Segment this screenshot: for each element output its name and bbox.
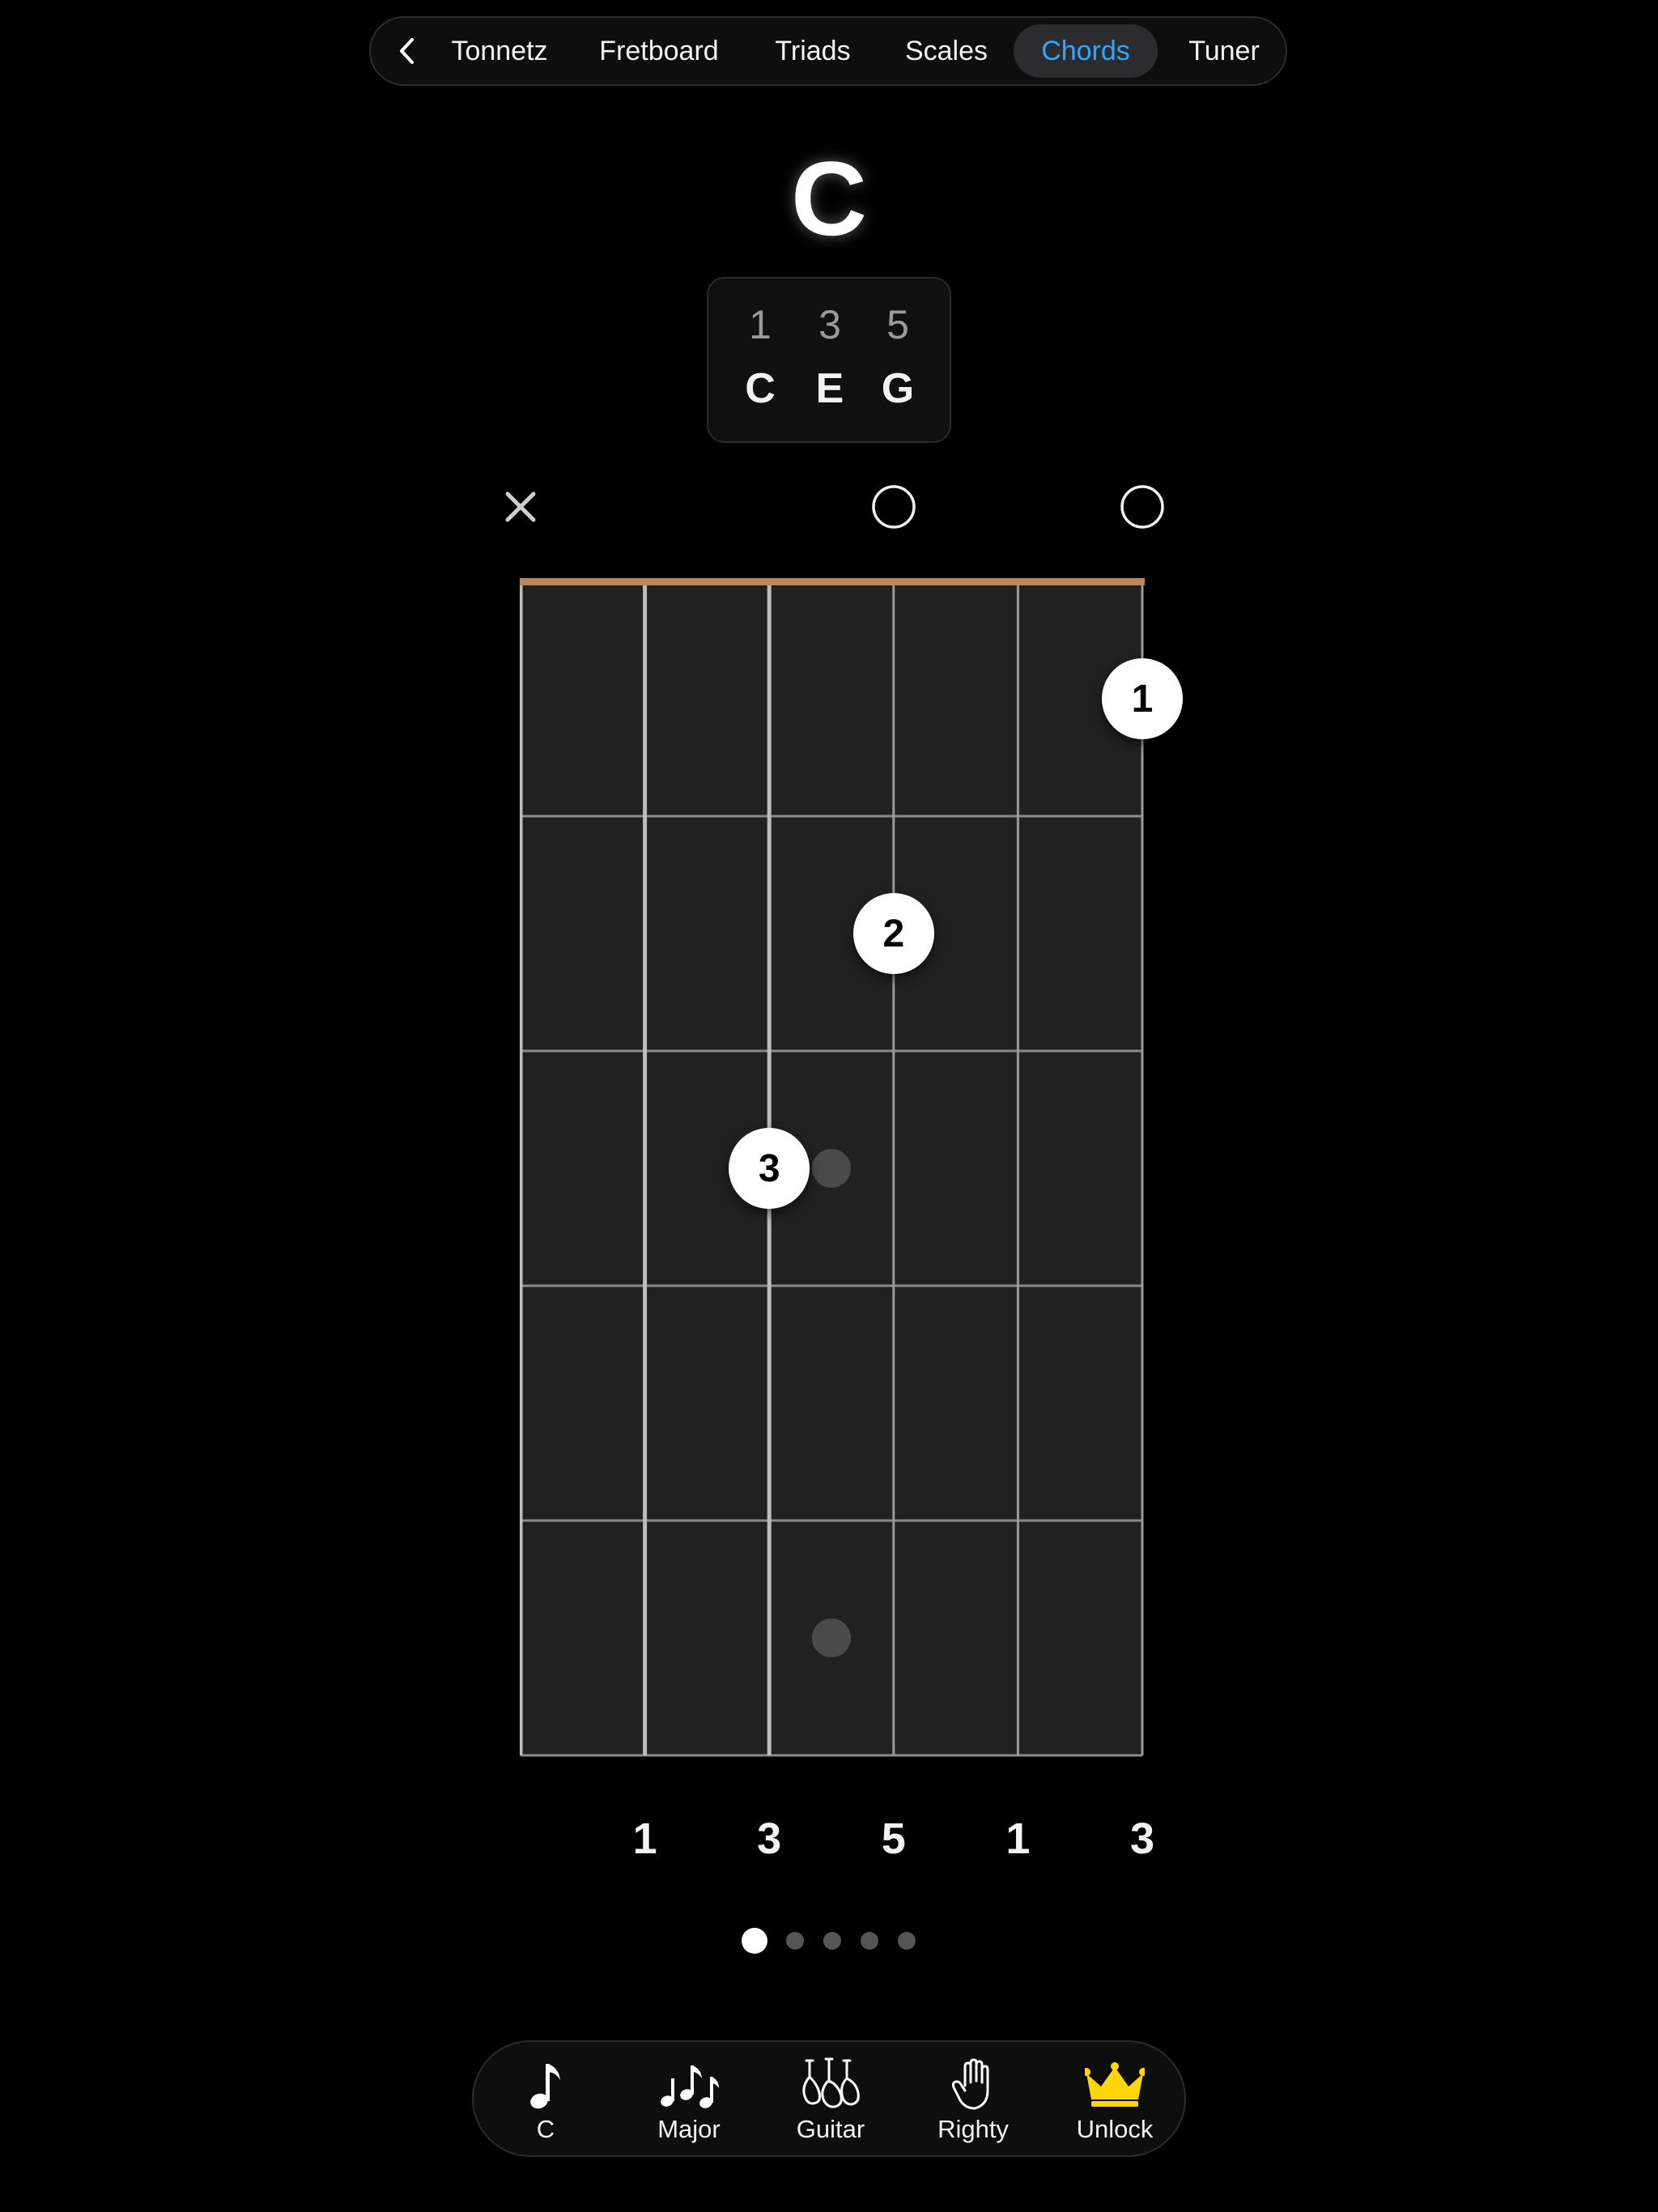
muted-string-icon[interactable] <box>498 484 543 530</box>
chevron-left-icon <box>400 38 414 64</box>
fretboard[interactable]: 1 2 3 <box>518 578 1183 1760</box>
tool-label: Guitar <box>796 2115 865 2143</box>
finger-dot[interactable]: 2 <box>852 893 934 974</box>
page-dot[interactable] <box>861 1932 878 1950</box>
top-nav: Tonnetz Fretboard Triads Scales Chords T… <box>369 16 1287 86</box>
open-string-icon[interactable] <box>871 484 916 530</box>
back-button[interactable] <box>389 32 426 70</box>
page-dot[interactable] <box>786 1932 804 1950</box>
interval-label: 5 <box>886 302 909 347</box>
note-label: E <box>815 365 844 412</box>
hand-icon <box>952 2058 989 2110</box>
open-string-icon[interactable] <box>1120 484 1165 530</box>
fretboard-grid <box>518 578 1145 1757</box>
fret-inlay-dot <box>812 1149 851 1188</box>
string-interval-label: 1 <box>1005 1814 1031 1863</box>
unlock-button[interactable]: Unlock <box>1050 2050 1180 2150</box>
page-dot[interactable] <box>823 1932 841 1950</box>
note-label: C <box>745 365 776 412</box>
string-interval-label: 5 <box>881 1814 906 1863</box>
chord-quality-button[interactable]: Major <box>624 2050 754 2150</box>
tab-tuner[interactable]: Tuner <box>1172 24 1276 78</box>
crown-icon <box>1085 2062 1145 2107</box>
music-note-icon <box>530 2064 560 2109</box>
chord-title: C <box>791 139 867 257</box>
page-dot[interactable] <box>898 1932 916 1950</box>
root-note-button[interactable]: C <box>481 2050 610 2150</box>
bottom-toolbar: C Major Guitar Righty Unlock <box>472 2040 1186 2157</box>
tab-scales[interactable]: Scales <box>894 24 999 78</box>
finger-dot[interactable]: 3 <box>729 1128 810 1209</box>
nut <box>520 578 1145 585</box>
string-interval-label: 1 <box>632 1814 657 1863</box>
page-dot[interactable] <box>742 1928 767 1954</box>
tab-triads[interactable]: Triads <box>756 24 869 78</box>
tool-label: C <box>536 2115 555 2143</box>
tool-label: Unlock <box>1076 2115 1154 2143</box>
tool-label: Major <box>657 2115 721 2143</box>
tab-chords[interactable]: Chords <box>1014 24 1158 78</box>
chord-tones-card: 1 3 5 C E G <box>707 277 951 443</box>
handedness-button[interactable]: Righty <box>908 2050 1038 2150</box>
guitar-icon <box>802 2057 860 2108</box>
music-notes-icon <box>661 2065 719 2108</box>
tab-fretboard[interactable]: Fretboard <box>586 24 732 78</box>
string-interval-label: 3 <box>1129 1814 1155 1863</box>
interval-label: 3 <box>818 302 841 347</box>
instrument-button[interactable]: Guitar <box>766 2050 895 2150</box>
note-label: G <box>881 365 915 412</box>
interval-label: 1 <box>749 302 772 347</box>
string-interval-label: 3 <box>757 1814 782 1863</box>
finger-dot[interactable]: 1 <box>1102 658 1183 739</box>
tool-label: Righty <box>937 2115 1009 2143</box>
fret-inlay-dot <box>812 1619 851 1657</box>
tab-tonnetz[interactable]: Tonnetz <box>439 24 560 78</box>
